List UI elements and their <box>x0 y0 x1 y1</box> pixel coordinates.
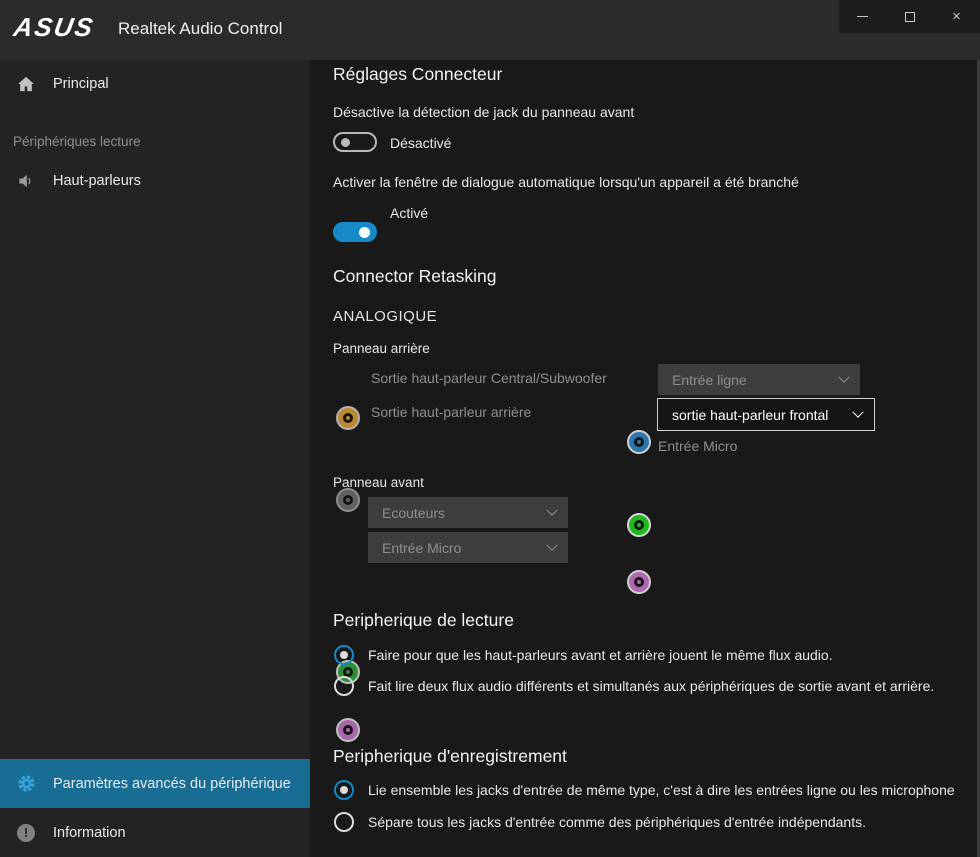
realtek-audio-control-window: ASUS Realtek Audio Control × Principal P… <box>0 0 980 857</box>
speaker-icon <box>15 170 37 192</box>
popup-dialog-label: Activer la fenêtre de dialogue automatiq… <box>333 174 799 190</box>
front-speaker-out-dropdown[interactable]: sortie haut-parleur frontal <box>657 398 875 431</box>
jack-detection-label: Désactive la détection de jack du pannea… <box>333 104 634 120</box>
gear-icon <box>15 773 37 795</box>
jack-detection-toggle[interactable] <box>333 132 377 152</box>
option-label: Fait lire deux flux audio différents et … <box>368 678 934 694</box>
close-button[interactable]: × <box>933 0 980 33</box>
window-controls: × <box>839 0 980 33</box>
analog-group-label: ANALOGIQUE <box>333 308 437 325</box>
maximize-button[interactable] <box>886 0 933 33</box>
sidebar-item-label: Information <box>53 825 126 841</box>
home-icon <box>15 73 37 95</box>
chevron-down-icon <box>546 539 557 550</box>
radio-unselected[interactable] <box>334 812 354 832</box>
app-title: Realtek Audio Control <box>118 19 282 39</box>
section-title-connector-retasking: Connector Retasking <box>333 266 496 287</box>
headphone-dropdown[interactable]: Ecouteurs <box>368 497 568 528</box>
maximize-icon <box>905 12 915 22</box>
jack-front-mic-icon <box>336 718 360 742</box>
playback-option-two-streams[interactable]: Fait lire deux flux audio différents et … <box>334 676 934 696</box>
minimize-icon <box>857 16 868 17</box>
sidebar-item-speakers[interactable]: Haut-parleurs <box>0 157 310 205</box>
asus-logo: ASUS <box>11 12 97 43</box>
jack-line-in-icon <box>627 430 651 454</box>
radio-selected[interactable] <box>334 780 354 800</box>
recording-option-separate-jacks[interactable]: Sépare tous les jacks d'entrée comme des… <box>334 812 866 832</box>
dropdown-value: Ecouteurs <box>382 505 538 521</box>
popup-dialog-state: Activé <box>390 205 428 221</box>
front-panel-label: Panneau avant <box>333 475 424 490</box>
sidebar-item-information[interactable]: ! Information <box>0 808 310 857</box>
dropdown-value: Entrée ligne <box>672 372 830 388</box>
jack-detection-state: Désactivé <box>390 135 451 151</box>
chevron-down-icon <box>852 406 863 417</box>
rear-panel-label: Panneau arrière <box>333 341 430 356</box>
option-label: Sépare tous les jacks d'entrée comme des… <box>368 814 866 830</box>
rear-left-label: Sortie haut-parleur Central/Subwoofer <box>371 370 607 386</box>
jack-front-speaker-out-icon <box>627 513 651 537</box>
section-title-playback-device: Peripherique de lecture <box>333 610 514 631</box>
titlebar: ASUS Realtek Audio Control × <box>0 0 980 60</box>
jack-center-subwoofer-icon <box>336 406 360 430</box>
sidebar-item-principal[interactable]: Principal <box>0 60 310 108</box>
sidebar-section-playback-devices: Périphériques lecture <box>13 134 141 149</box>
chevron-down-icon <box>546 504 557 515</box>
close-icon: × <box>952 9 961 24</box>
jack-mic-in-icon <box>627 570 651 594</box>
sidebar-item-advanced-settings[interactable]: Paramètres avancés du périphérique <box>0 759 310 808</box>
option-label: Lie ensemble les jacks d'entrée de même … <box>368 782 955 798</box>
section-title-connector-settings: Réglages Connecteur <box>333 64 502 85</box>
sidebar-bottom-group: Paramètres avancés du périphérique ! Inf… <box>0 759 310 857</box>
toggle-knob <box>341 138 350 147</box>
playback-option-same-stream[interactable]: Faire pour que les haut-parleurs avant e… <box>334 645 833 665</box>
minimize-button[interactable] <box>839 0 886 33</box>
dropdown-value: sortie haut-parleur frontal <box>672 407 844 423</box>
toggle-knob <box>359 227 370 238</box>
radio-selected[interactable] <box>334 645 354 665</box>
section-title-recording-device: Peripherique d'enregistrement <box>333 746 567 767</box>
line-in-dropdown[interactable]: Entrée ligne <box>658 364 860 395</box>
sidebar: Principal Périphériques lecture Haut-par… <box>0 60 310 857</box>
option-label: Faire pour que les haut-parleurs avant e… <box>368 647 833 663</box>
mic-in-label: Entrée Micro <box>658 438 737 454</box>
info-icon: ! <box>15 822 37 844</box>
dropdown-value: Entrée Micro <box>382 540 538 556</box>
recording-option-tie-jacks[interactable]: Lie ensemble les jacks d'entrée de même … <box>334 780 980 800</box>
sidebar-item-label: Principal <box>53 76 109 92</box>
jack-rear-speaker-icon <box>336 488 360 512</box>
sidebar-item-label: Haut-parleurs <box>53 173 141 189</box>
popup-dialog-toggle[interactable] <box>333 222 377 242</box>
radio-unselected[interactable] <box>334 676 354 696</box>
front-mic-dropdown[interactable]: Entrée Micro <box>368 532 568 563</box>
chevron-down-icon <box>838 371 849 382</box>
sidebar-item-label: Paramètres avancés du périphérique <box>53 776 291 792</box>
rear-left-label: Sortie haut-parleur arrière <box>371 404 531 420</box>
